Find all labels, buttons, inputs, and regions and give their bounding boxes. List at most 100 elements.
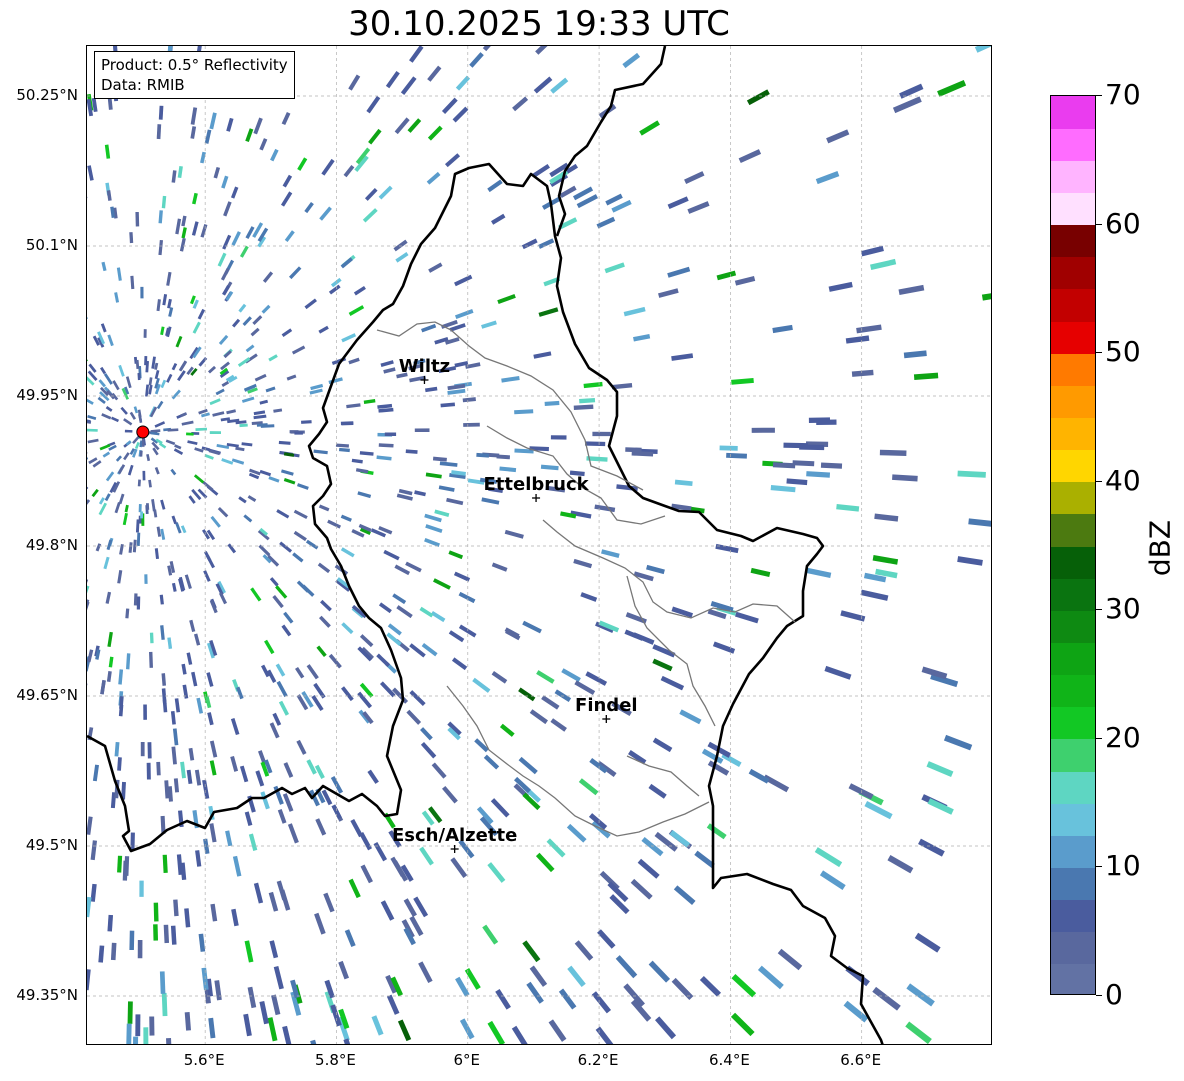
colorbar-tick-mark (1096, 352, 1102, 354)
echo-gate (137, 479, 141, 487)
echo-gate (348, 878, 361, 899)
echo-gate (171, 515, 178, 525)
echo-gate (792, 460, 815, 467)
echo-gate (104, 144, 111, 159)
echo-gate (320, 599, 332, 612)
echo-gate (231, 318, 241, 328)
echo-gate (406, 709, 422, 725)
echo-gate (187, 440, 198, 446)
echo-gate (161, 673, 167, 686)
colorbar-segment (1051, 192, 1095, 226)
echo-gate (87, 418, 91, 423)
latitude-tick-label: 49.95°N (16, 386, 78, 404)
echo-gate (232, 855, 242, 877)
echo-gate (171, 362, 178, 371)
colorbar-segment (1051, 353, 1095, 386)
echo-gate (87, 896, 92, 918)
echo-gate (259, 138, 268, 151)
echo-gate (281, 111, 291, 126)
radar-map[interactable]: Wiltz Ettelbruck Findel Esch/Alzette (86, 45, 992, 1045)
echo-gate (153, 924, 159, 941)
echo-gate (122, 512, 128, 526)
echo-gate (580, 592, 598, 602)
echo-gate (304, 202, 314, 214)
echo-gate (591, 991, 612, 1014)
echo-gate (481, 320, 497, 329)
echo-gate (328, 377, 343, 385)
luxembourg-border (87, 46, 884, 1044)
echo-gate (160, 625, 165, 640)
echo-gate (558, 988, 577, 1010)
echo-gate (282, 1025, 293, 1044)
echo-gate (540, 464, 559, 471)
echo-gate (103, 556, 110, 570)
echo-gate (107, 914, 114, 932)
echo-gate (395, 252, 409, 263)
echo-gate (281, 624, 292, 637)
echo-gate (243, 514, 253, 523)
echo-gate (400, 76, 417, 95)
colorbar-segment (1051, 963, 1095, 994)
echo-gate (245, 128, 254, 143)
echo-gate (208, 1017, 216, 1039)
echo-gate (177, 166, 183, 178)
echo-gate (136, 532, 141, 547)
echo-gate (514, 409, 534, 415)
colorbar-segment (1051, 385, 1095, 419)
echo-gate (434, 509, 450, 517)
echo-gate (87, 309, 88, 320)
echo-gate (734, 611, 759, 624)
echo-gate (282, 174, 293, 188)
colorbar-tick-mark (1096, 866, 1102, 868)
city-label: Wiltz (399, 356, 450, 377)
echo-gate (377, 403, 393, 409)
echo-gate (140, 286, 144, 299)
echo-gate (448, 630, 465, 643)
echo-gate (188, 747, 195, 761)
echo-gate (815, 171, 840, 185)
echo-gate (731, 974, 757, 998)
echo-gate (186, 769, 193, 784)
echo-gate (313, 449, 328, 455)
echo-gate (622, 52, 641, 69)
echo-gate (836, 504, 860, 512)
echo-gate (968, 518, 991, 528)
echo-gate (278, 440, 291, 445)
echo-gate (899, 83, 924, 99)
echo-gate (198, 357, 208, 367)
echo-gate (487, 1020, 506, 1044)
echo-gate (162, 294, 168, 306)
echo-gate (247, 986, 257, 1009)
echo-gate (87, 450, 88, 458)
echo-gate (409, 46, 424, 63)
colorbar-tick-label: 10 (1105, 849, 1141, 883)
echo-gate (175, 218, 182, 235)
echo-gate (124, 504, 129, 513)
echo-gate (671, 977, 694, 1000)
echo-gate (279, 889, 291, 911)
echo-gate (420, 741, 437, 759)
echo-gate (926, 761, 954, 778)
echo-gate (202, 481, 214, 491)
echo-gate (731, 377, 754, 385)
latitude-tick-label: 49.8°N (25, 536, 78, 554)
echo-gate (115, 455, 123, 462)
echo-gate (340, 421, 354, 426)
echo-gate (162, 699, 168, 713)
colorbar-segment (1051, 546, 1095, 579)
echo-gate (491, 671, 508, 684)
radar-site-marker[interactable] (136, 425, 150, 439)
echo-gate (87, 428, 98, 432)
echo-gate (171, 170, 177, 183)
echo-gate (117, 464, 126, 475)
city-label: Findel (575, 695, 638, 716)
echo-gate (533, 76, 553, 94)
colorbar-segment (1051, 417, 1095, 451)
latitude-tick-label: 49.35°N (16, 986, 78, 1004)
echo-gate (310, 1039, 321, 1044)
echo-gate (637, 858, 660, 879)
echo-gate (147, 742, 152, 759)
echo-gate (384, 432, 397, 437)
product-info-box: Product: 0.5° Reflectivity Data: RMIB (94, 51, 295, 99)
colorbar-segment (1051, 931, 1095, 965)
